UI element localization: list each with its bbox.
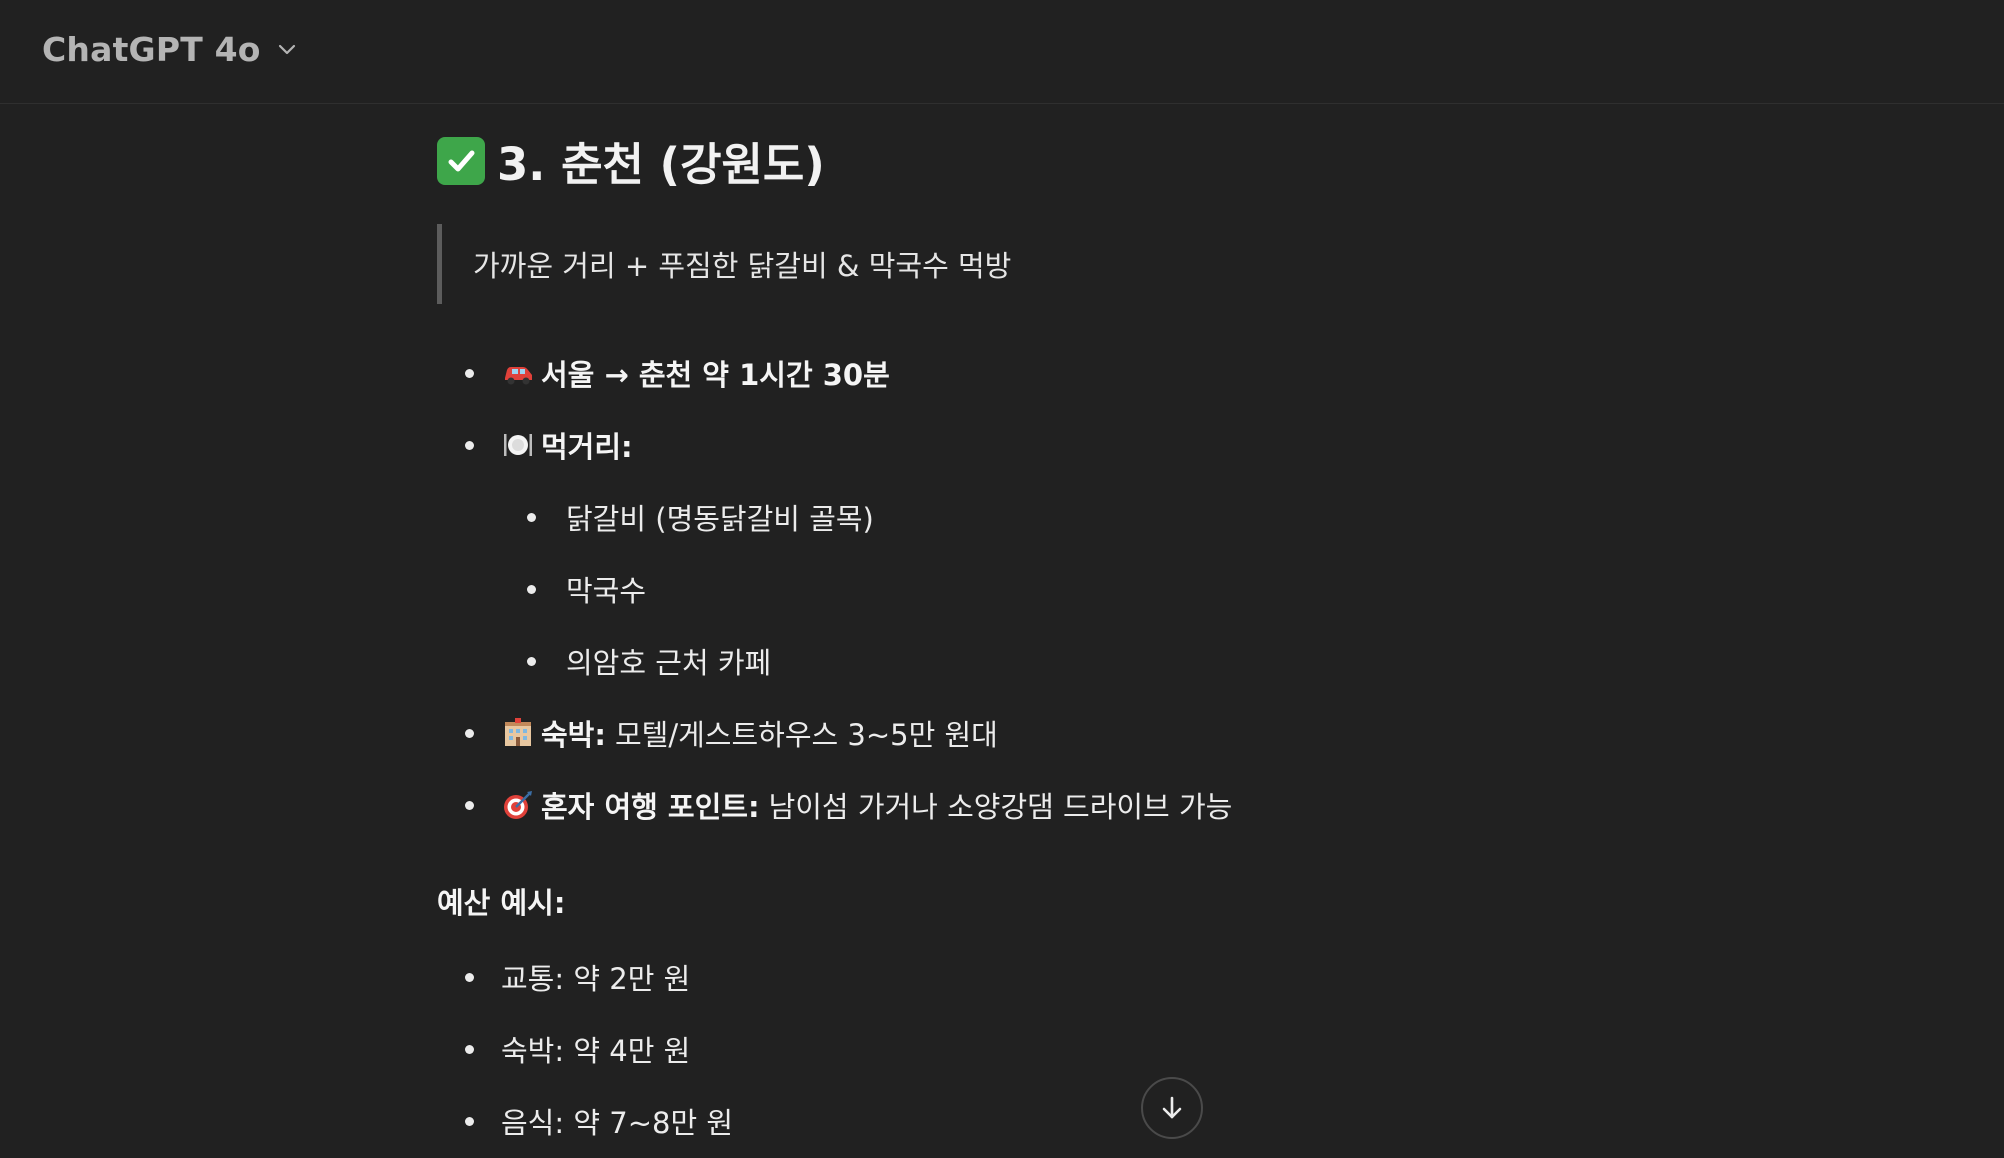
list-item: 닭갈비 (명동닭갈비 골목)	[566, 495, 874, 539]
list-bullet	[527, 657, 536, 666]
list-bullet	[465, 441, 474, 450]
list-item: 숙박: 약 4만 원	[501, 1027, 690, 1071]
chevron-down-icon	[275, 37, 299, 61]
budget-heading-text: 예산 예시:	[437, 886, 566, 920]
list-bullet	[465, 973, 474, 982]
budget-item-transport: 교통: 약 2만 원	[501, 962, 691, 996]
blockquote: 가까운 거리 + 푸짐한 닭갈비 & 막국수 먹방	[437, 224, 1011, 304]
check-mark-button-icon	[437, 136, 485, 185]
model-name: ChatGPT 4o	[42, 29, 261, 69]
lodging-label: 숙박:	[541, 718, 606, 752]
list-item-solo: 혼자 여행 포인트: 남이섬 가거나 소양강댐 드라이브 가능	[501, 783, 1232, 827]
plate-cutlery-icon	[501, 428, 535, 462]
budget-item-lodging: 숙박: 약 4만 원	[501, 1034, 691, 1068]
list-bullet	[465, 369, 474, 378]
list-item: 의암호 근처 카페	[566, 639, 771, 683]
quote-text: 가까운 거리 + 푸짐한 닭갈비 & 막국수 먹방	[473, 249, 1012, 283]
list-item-lodging: 숙박: 모텔/게스트하우스 3~5만 원대	[501, 711, 998, 755]
list-bullet	[465, 1045, 474, 1054]
list-bullet	[465, 1117, 474, 1126]
list-item: 막국수	[566, 567, 646, 611]
list-item-food: 먹거리:	[501, 423, 633, 467]
budget-heading: 예산 예시:	[437, 879, 565, 923]
list-item: 음식: 약 7~8만 원	[501, 1099, 733, 1143]
budget-item-food: 음식: 약 7~8만 원	[501, 1106, 734, 1140]
solo-label: 혼자 여행 포인트:	[541, 790, 760, 824]
target-icon	[501, 788, 535, 822]
list-bullet	[527, 513, 536, 522]
section-heading: 3. 춘천 (강원도)	[437, 128, 825, 193]
car-icon	[501, 356, 535, 390]
food-subitem-3: 의암호 근처 카페	[566, 646, 772, 680]
model-selector[interactable]: ChatGPT 4o	[42, 26, 299, 72]
hotel-icon	[501, 716, 535, 750]
arrow-down-icon	[1157, 1093, 1187, 1123]
list-bullet	[527, 585, 536, 594]
top-bar: ChatGPT 4o	[0, 0, 2004, 104]
list-bullet	[465, 729, 474, 738]
section-title: 3. 춘천 (강원도)	[497, 138, 825, 191]
travel-text: 서울 → 춘천 약 1시간 30분	[541, 358, 890, 392]
lodging-text: 모텔/게스트하우스 3~5만 원대	[614, 718, 998, 752]
list-item: 교통: 약 2만 원	[501, 955, 690, 999]
scroll-to-bottom-button[interactable]	[1141, 1077, 1203, 1139]
food-subitem-2: 막국수	[566, 574, 647, 608]
list-bullet	[465, 801, 474, 810]
solo-text: 남이섬 가거나 소양강댐 드라이브 가능	[768, 790, 1233, 824]
food-label: 먹거리:	[541, 430, 633, 464]
food-subitem-1: 닭갈비 (명동닭갈비 골목)	[566, 502, 874, 536]
list-item-travel: 서울 → 춘천 약 1시간 30분	[501, 351, 890, 395]
